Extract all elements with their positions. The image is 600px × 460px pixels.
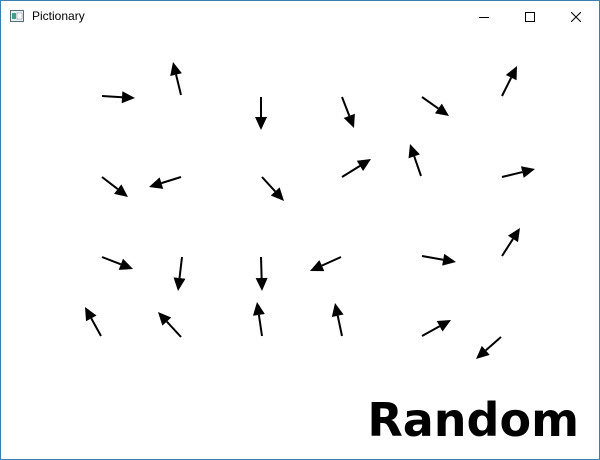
arrow-19 bbox=[85, 307, 102, 337]
arrow-6 bbox=[501, 66, 517, 97]
arrow-head bbox=[149, 177, 164, 189]
arrow-shaft bbox=[261, 176, 276, 193]
arrow-head bbox=[255, 117, 267, 130]
arrow-shaft bbox=[257, 314, 263, 337]
arrow-shaft bbox=[90, 317, 102, 337]
arrow-shaft bbox=[101, 95, 123, 99]
arrow-23 bbox=[421, 320, 451, 337]
arrow-18 bbox=[501, 228, 520, 257]
arrow-head bbox=[121, 91, 135, 104]
arrow-shaft bbox=[161, 176, 182, 185]
arrow-head bbox=[434, 103, 449, 116]
arrow-head bbox=[255, 277, 268, 291]
guess-word: Random bbox=[367, 393, 579, 447]
minimize-icon bbox=[479, 16, 489, 18]
arrow-11 bbox=[408, 144, 422, 177]
app-icon bbox=[10, 10, 24, 22]
arrow-shaft bbox=[101, 256, 122, 266]
maximize-icon bbox=[525, 11, 535, 22]
arrow-shaft bbox=[485, 336, 502, 352]
arrow-head bbox=[442, 253, 456, 266]
arrow-shaft bbox=[175, 74, 182, 96]
arrow-head bbox=[507, 228, 520, 243]
window-title: Pictionary bbox=[32, 9, 85, 23]
arrow-12 bbox=[501, 166, 535, 178]
arrow-shaft bbox=[166, 320, 182, 338]
arrow-22 bbox=[331, 303, 344, 337]
arrow-shaft bbox=[421, 96, 439, 110]
arrow-shaft bbox=[260, 256, 263, 279]
arrow-15 bbox=[255, 256, 268, 291]
arrow-head bbox=[408, 144, 420, 159]
arrow-4 bbox=[341, 96, 355, 128]
arrow-head bbox=[170, 62, 182, 77]
arrow-head bbox=[114, 184, 128, 197]
arrow-head bbox=[356, 159, 371, 171]
arrow-shaft bbox=[501, 77, 513, 97]
arrow-shaft bbox=[101, 176, 119, 190]
arrow-shaft bbox=[421, 255, 444, 261]
arrow-shaft bbox=[341, 96, 351, 117]
arrow-20 bbox=[158, 312, 182, 338]
arrow-2 bbox=[170, 62, 182, 96]
title-bar[interactable]: Pictionary bbox=[1, 1, 599, 32]
arrow-1 bbox=[101, 91, 135, 104]
arrow-10 bbox=[341, 159, 371, 178]
arrow-shaft bbox=[336, 315, 343, 337]
arrow-shaft bbox=[321, 256, 342, 267]
maximize-button[interactable] bbox=[507, 1, 553, 32]
arrow-13 bbox=[101, 256, 133, 270]
minimize-button[interactable] bbox=[461, 1, 507, 32]
close-icon bbox=[571, 11, 581, 22]
arrow-head bbox=[252, 302, 265, 316]
arrow-shaft bbox=[501, 238, 514, 257]
arrow-shaft bbox=[421, 325, 441, 337]
arrow-head bbox=[520, 166, 535, 178]
arrow-24 bbox=[476, 336, 502, 359]
arrow-head bbox=[331, 303, 344, 317]
arrow-5 bbox=[421, 96, 449, 116]
arrow-8 bbox=[149, 176, 182, 189]
arrow-9 bbox=[261, 176, 284, 201]
arrow-head bbox=[173, 277, 186, 291]
arrow-shaft bbox=[341, 165, 361, 178]
arrow-16 bbox=[310, 256, 342, 272]
arrow-17 bbox=[421, 253, 456, 266]
arrow-21 bbox=[252, 302, 265, 337]
app-window: Pictionary Random bbox=[0, 0, 600, 460]
arrow-shaft bbox=[413, 155, 422, 177]
close-button[interactable] bbox=[553, 1, 599, 32]
arrow-shaft bbox=[178, 256, 183, 279]
drawing-canvas[interactable]: Random bbox=[1, 32, 599, 459]
arrow-14 bbox=[173, 256, 186, 291]
arrow-7 bbox=[101, 176, 128, 197]
arrow-shaft bbox=[501, 171, 523, 178]
arrow-3 bbox=[255, 97, 267, 130]
